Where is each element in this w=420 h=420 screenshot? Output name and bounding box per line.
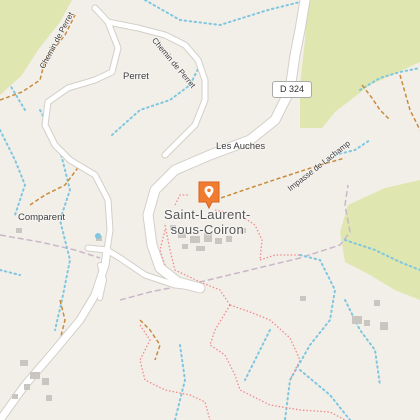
map-pin-icon	[198, 181, 220, 210]
location-marker[interactable]	[197, 180, 221, 210]
map-view[interactable]: Perret Les Auches Comparent Saint-Lauren…	[0, 0, 420, 420]
scattered-buildings	[12, 228, 388, 401]
grass-area-e	[340, 180, 420, 300]
place-label-perret: Perret	[123, 71, 149, 82]
place-label-les-auches: Les Auches	[216, 141, 266, 152]
place-label-saint-laurent-sous-coiron[interactable]: Saint-Laurent- sous-Coiron	[164, 207, 251, 237]
route-shield-d324: D 324	[272, 81, 312, 98]
place-label-comparent: Comparent	[18, 212, 65, 223]
pond	[95, 233, 101, 239]
village-label-line2: sous-Coiron	[170, 222, 244, 237]
grass-area-ne	[300, 0, 420, 128]
grass-area-nw	[0, 0, 72, 95]
